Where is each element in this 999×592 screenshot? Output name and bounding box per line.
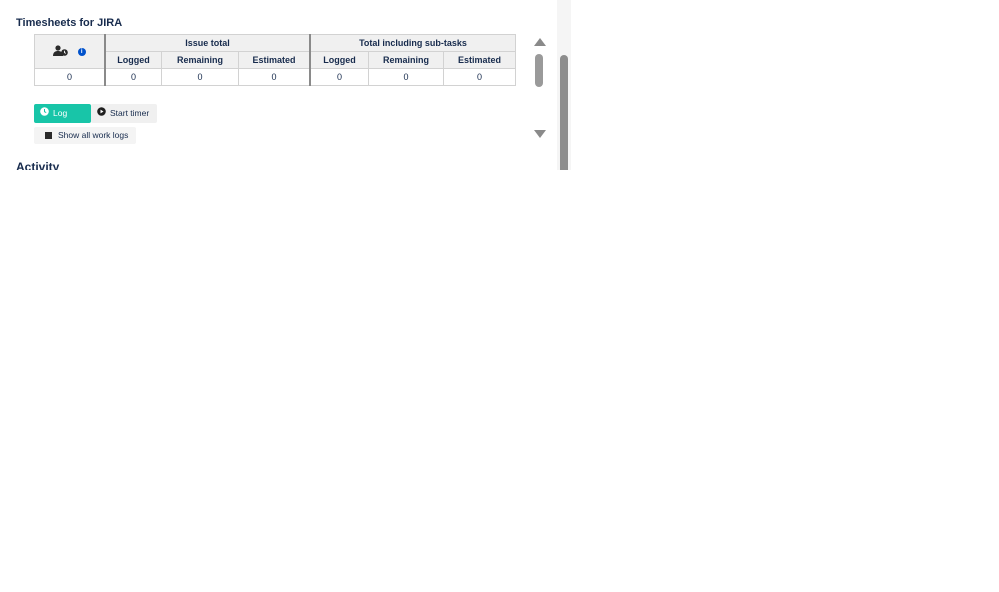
table-cell: 0 xyxy=(238,68,311,86)
estimated-header: Estimated xyxy=(443,51,516,69)
user-header-cell: i xyxy=(34,34,106,69)
log-time-button[interactable]: Log time xyxy=(34,104,91,137)
play-icon xyxy=(97,104,106,123)
show-all-worklogs-toggle[interactable]: Show all work logs xyxy=(34,127,136,144)
scroll-thumb[interactable] xyxy=(535,54,543,87)
start-timer-button[interactable]: Start timer xyxy=(91,104,157,123)
table-cell: 0 xyxy=(104,68,162,86)
inner-scrollbar[interactable] xyxy=(531,34,547,142)
table-cell: 0 xyxy=(368,68,444,86)
subtasks-total-header: Total including sub-tasks xyxy=(309,34,516,52)
table-cell: 0 xyxy=(309,68,369,86)
logged-header: Logged xyxy=(104,51,162,69)
table-cell: 0 xyxy=(161,68,239,86)
scroll-up-arrow-icon[interactable] xyxy=(534,38,546,46)
table-cell: 0 xyxy=(443,68,516,86)
show-all-worklogs-label: Show all work logs xyxy=(58,130,129,140)
remaining-header: Remaining xyxy=(161,51,239,69)
info-icon[interactable]: i xyxy=(77,47,86,56)
scroll-down-arrow-icon[interactable] xyxy=(534,130,546,138)
table-row: 0 0 0 0 0 0 0 xyxy=(34,68,516,86)
start-timer-label: Start timer xyxy=(110,108,150,118)
clock-icon xyxy=(40,104,49,123)
estimated-header: Estimated xyxy=(238,51,311,69)
user-value-cell: 0 xyxy=(34,68,106,86)
user-clock-icon xyxy=(53,45,69,58)
logged-header: Logged xyxy=(309,51,369,69)
checkbox-icon xyxy=(45,132,52,140)
issue-total-header: Issue total xyxy=(104,34,311,52)
timesheets-panel: Timesheets for JIRA i Issue total Total … xyxy=(0,0,571,170)
timesheet-table: i Issue total Total including sub-tasks … xyxy=(34,34,516,86)
page-scroll-thumb[interactable] xyxy=(560,55,568,170)
section-title: Timesheets for JIRA xyxy=(16,17,123,29)
page-scrollbar[interactable] xyxy=(557,0,571,170)
activity-heading: Activity xyxy=(16,160,60,170)
remaining-header: Remaining xyxy=(368,51,444,69)
